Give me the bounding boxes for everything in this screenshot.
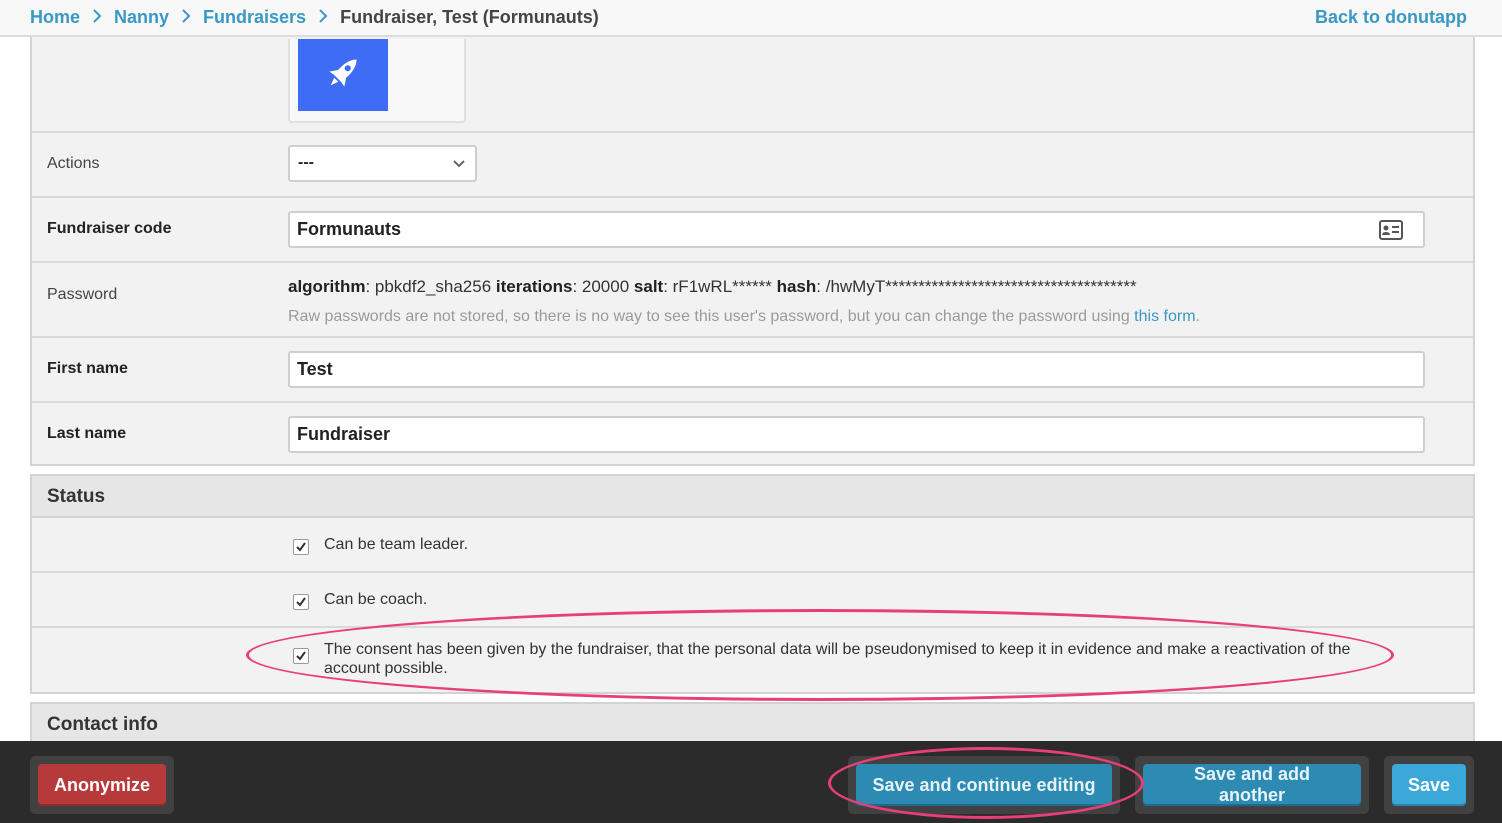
coach-label[interactable]: Can be coach.	[324, 591, 427, 609]
chevron-right-icon	[92, 7, 102, 28]
status-section-title: Status	[32, 476, 1473, 518]
last-name-value: Fundraiser	[297, 424, 391, 444]
breadcrumb-current: Fundraiser, Test (Formunauts)	[340, 7, 599, 27]
change-password-link[interactable]: this form	[1134, 308, 1195, 325]
breadcrumb: Home Nanny Fundraisers Fundraiser, Test …	[30, 7, 599, 28]
password-algorithm-key: algorithm	[288, 277, 366, 296]
consent-label[interactable]: The consent has been given by the fundra…	[324, 640, 1374, 678]
checkmark-icon	[296, 542, 306, 552]
fundraiser-fieldset: Actions --- Fundraiser code Formunauts P…	[30, 0, 1475, 466]
save-and-add-another-button[interactable]: Save and add another	[1143, 764, 1361, 806]
password-help-end: .	[1195, 308, 1200, 325]
rocket-icon	[320, 50, 366, 101]
password-salt-key: salt	[633, 277, 664, 296]
fundraiser-code-label: Fundraiser code	[47, 220, 172, 237]
chevron-right-icon	[318, 7, 328, 28]
first-name-row: First name Test	[32, 338, 1473, 403]
breadcrumb-nanny[interactable]: Nanny	[114, 7, 169, 28]
password-hash-key: hash	[776, 277, 817, 296]
password-hash-summary: algorithm: pbkdf2_sha256 iterations: 200…	[288, 277, 1137, 297]
last-name-row: Last name Fundraiser	[32, 403, 1473, 464]
password-algorithm-value: : pbkdf2_sha256	[365, 277, 492, 296]
consent-checkbox[interactable]	[293, 648, 309, 664]
consent-row: The consent has been given by the fundra…	[32, 628, 1473, 692]
password-iterations-key: iterations	[495, 277, 573, 296]
top-bar: Home Nanny Fundraisers Fundraiser, Test …	[0, 0, 1502, 37]
password-row: Password algorithm: pbkdf2_sha256 iterat…	[32, 263, 1473, 338]
coach-checkbox[interactable]	[293, 594, 309, 610]
password-iterations-value: : 20000	[572, 277, 630, 296]
first-name-label: First name	[47, 360, 128, 377]
team-leader-checkbox[interactable]	[293, 539, 309, 555]
actions-select-value: ---	[298, 154, 314, 171]
first-name-input[interactable]: Test	[288, 351, 1425, 388]
checkmark-icon	[296, 651, 306, 661]
password-hash-value: : /hwMyT********************************…	[816, 277, 1137, 296]
save-add-button-wrap: Save and add another	[1135, 756, 1369, 814]
save-and-continue-button[interactable]: Save and continue editing	[856, 764, 1112, 806]
team-leader-label[interactable]: Can be team leader.	[324, 536, 468, 554]
actions-row: Actions ---	[32, 133, 1473, 198]
status-fieldset: Status Can be team leader. Can be coach.…	[30, 474, 1475, 694]
fundraiser-code-value: Formunauts	[297, 219, 402, 239]
avatar-frame	[288, 39, 466, 123]
last-name-input[interactable]: Fundraiser	[288, 416, 1425, 453]
first-name-value: Test	[297, 359, 333, 379]
fundraiser-code-row: Fundraiser code Formunauts	[32, 198, 1473, 263]
password-help-body: Raw passwords are not stored, so there i…	[288, 308, 1135, 325]
contact-info-section-title: Contact info	[32, 704, 1473, 746]
avatar[interactable]	[298, 39, 388, 111]
actions-select[interactable]: ---	[288, 145, 477, 182]
password-label: Password	[47, 286, 118, 303]
checkmark-icon	[296, 597, 306, 607]
breadcrumb-home[interactable]: Home	[30, 7, 80, 28]
submit-row: Anonymize Save and continue editing Save…	[0, 741, 1502, 823]
password-help-text: Raw passwords are not stored, so there i…	[288, 308, 1200, 326]
chevron-down-icon	[452, 153, 466, 178]
team-leader-row: Can be team leader.	[32, 518, 1473, 573]
last-name-label: Last name	[47, 425, 127, 442]
anonymize-button-wrap: Anonymize	[30, 756, 175, 814]
anonymize-button[interactable]: Anonymize	[38, 764, 167, 806]
actions-label: Actions	[47, 155, 100, 172]
password-salt-value: : rF1wRL******	[663, 277, 772, 296]
contact-card-icon[interactable]	[1379, 220, 1403, 245]
save-button[interactable]: Save	[1392, 764, 1466, 806]
back-to-site-link[interactable]: Back to donutapp	[1315, 7, 1467, 28]
breadcrumb-fundraisers[interactable]: Fundraisers	[203, 7, 306, 28]
fundraiser-code-input[interactable]: Formunauts	[288, 211, 1425, 248]
save-continue-button-wrap: Save and continue editing	[848, 756, 1120, 814]
coach-row: Can be coach.	[32, 573, 1473, 628]
save-button-wrap: Save	[1384, 756, 1474, 814]
chevron-right-icon	[181, 7, 191, 28]
